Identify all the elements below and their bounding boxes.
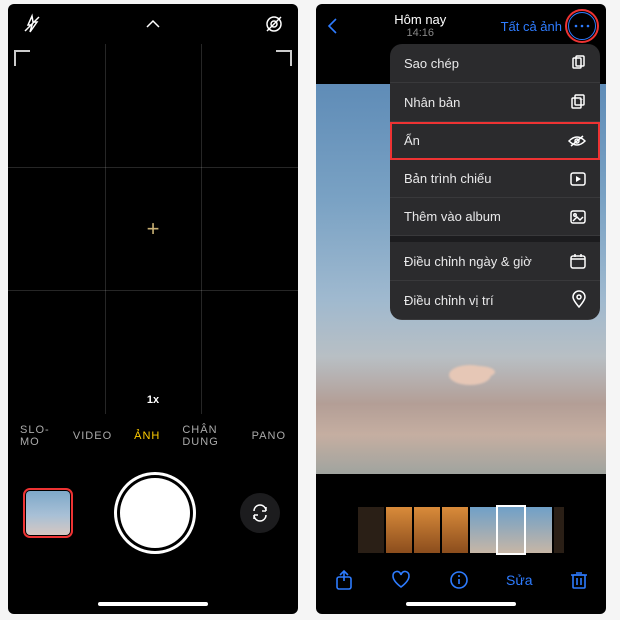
menu-item-adjust-date[interactable]: Điều chỉnh ngày & giờ: [390, 242, 600, 281]
actions-menu: Sao chép Nhân bản + Ẩn Bản trình chiếu T…: [390, 44, 600, 320]
photo-filmstrip[interactable]: [316, 504, 606, 556]
deselect-button[interactable]: Tất cả ảnh: [501, 19, 562, 34]
home-indicator[interactable]: [406, 602, 516, 606]
focus-corner: [276, 50, 292, 66]
favorite-icon[interactable]: [391, 571, 411, 589]
menu-label: Ẩn: [404, 133, 420, 148]
photos-header: Hôm nay 14:16 Tất cả ảnh: [316, 4, 606, 48]
trash-icon[interactable]: [571, 571, 587, 589]
filmstrip-thumb[interactable]: [386, 507, 412, 553]
menu-item-copy[interactable]: Sao chép: [390, 44, 600, 83]
filmstrip-thumb[interactable]: [526, 507, 552, 553]
menu-item-duplicate[interactable]: Nhân bản +: [390, 83, 600, 122]
hide-icon: [568, 134, 586, 148]
filmstrip-thumb[interactable]: [358, 507, 384, 553]
mode-photo[interactable]: ẢNH: [134, 430, 160, 442]
slideshow-icon: [570, 172, 586, 186]
filmstrip-thumb[interactable]: [554, 507, 564, 553]
back-chevron-icon[interactable]: [326, 17, 340, 35]
chevron-up-icon[interactable]: [144, 17, 162, 31]
filmstrip-thumb[interactable]: [470, 507, 496, 553]
cloud-decoration: [449, 365, 491, 385]
menu-label: Bản trình chiếu: [404, 171, 491, 186]
photos-header-title: Hôm nay 14:16: [394, 13, 446, 39]
info-icon[interactable]: [450, 571, 468, 589]
photos-toolbar: Sửa: [316, 560, 606, 600]
flip-camera-button[interactable]: [240, 493, 280, 533]
filmstrip-thumb-selected[interactable]: [498, 507, 524, 553]
menu-item-add-album[interactable]: Thêm vào album: [390, 198, 600, 236]
menu-label: Điều chỉnh vị trí: [404, 293, 494, 308]
share-icon[interactable]: [335, 570, 353, 590]
menu-label: Sao chép: [404, 56, 459, 71]
menu-item-slideshow[interactable]: Bản trình chiếu: [390, 160, 600, 198]
menu-label: Điều chỉnh ngày & giờ: [404, 254, 532, 269]
mode-pano[interactable]: PANO: [252, 430, 286, 442]
time-text: 14:16: [394, 27, 446, 39]
home-indicator[interactable]: [98, 602, 208, 606]
filmstrip-thumb[interactable]: [442, 507, 468, 553]
zoom-label[interactable]: 1x: [147, 394, 159, 406]
edit-button[interactable]: Sửa: [506, 572, 533, 588]
adjust-location-icon: [572, 292, 586, 308]
live-off-icon[interactable]: [264, 14, 284, 34]
menu-label: Thêm vào album: [404, 209, 501, 224]
title-text: Hôm nay: [394, 13, 446, 27]
last-photo-thumbnail[interactable]: [26, 491, 70, 535]
mode-portrait[interactable]: CHÂN DUNG: [182, 424, 229, 448]
svg-text:+: +: [579, 97, 583, 104]
adjust-date-icon: [570, 253, 586, 269]
shutter-button[interactable]: [120, 478, 190, 548]
camera-bottom-bar: [8, 458, 298, 568]
focus-crosshair-icon: +: [147, 216, 160, 242]
camera-viewfinder[interactable]: + 1x: [8, 44, 298, 414]
add-album-icon: [570, 210, 586, 224]
camera-top-bar: [8, 4, 298, 44]
menu-label: Nhân bản: [404, 95, 460, 110]
mode-video[interactable]: VIDEO: [73, 430, 112, 442]
photos-screen: Hôm nay 14:16 Tất cả ảnh Sao chép Nhân b…: [316, 4, 606, 614]
more-options-button[interactable]: [568, 12, 596, 40]
copy-icon: [570, 55, 586, 71]
mode-slomo[interactable]: SLO-MO: [20, 424, 51, 448]
duplicate-icon: +: [570, 94, 586, 110]
camera-mode-selector[interactable]: SLO-MO VIDEO ẢNH CHÂN DUNG PANO: [8, 414, 298, 458]
filmstrip-thumb[interactable]: [414, 507, 440, 553]
focus-corner: [14, 50, 30, 66]
menu-item-adjust-location[interactable]: Điều chỉnh vị trí: [390, 281, 600, 320]
camera-screen: + 1x SLO-MO VIDEO ẢNH CHÂN DUNG PANO: [8, 4, 298, 614]
flash-icon[interactable]: [22, 14, 42, 34]
menu-item-hide[interactable]: Ẩn: [390, 122, 600, 160]
